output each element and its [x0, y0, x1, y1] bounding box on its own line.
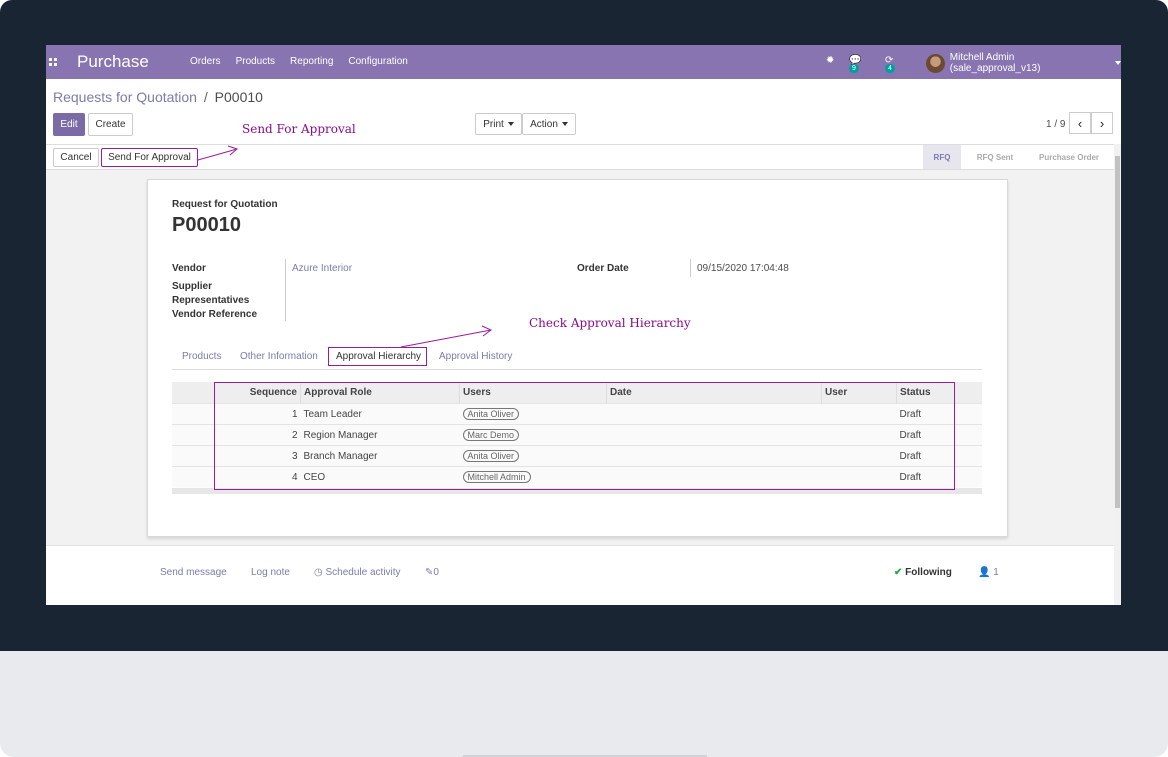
followers-button[interactable]: 👤 1 [978, 567, 999, 578]
send-message-button[interactable]: Send message [160, 567, 227, 578]
log-note-button[interactable]: Log note [251, 567, 290, 578]
attachments-count: 0 [433, 567, 439, 578]
monitor-stand [0, 651, 1168, 757]
scrollbar[interactable] [1114, 144, 1121, 605]
user-icon: 👤 [978, 567, 991, 578]
clock-icon: ◷ [314, 567, 323, 578]
following-button[interactable]: ✔ Following [894, 567, 952, 578]
chatter: Send message Log note ◷ Schedule activit… [46, 545, 1114, 605]
following-label: Following [905, 567, 952, 578]
schedule-activity-button[interactable]: ◷ Schedule activity [314, 567, 401, 578]
followers-count: 1 [993, 567, 999, 578]
screen: Purchase Orders Products Reporting Confi… [46, 45, 1121, 605]
annotation-arrows [197, 145, 492, 348]
schedule-activity-label: Schedule activity [325, 567, 401, 578]
scrollbar-thumb[interactable] [1115, 156, 1120, 508]
arrow-check-line [400, 329, 492, 348]
attachments-button[interactable]: ✎0 [425, 567, 439, 578]
check-icon: ✔ [894, 567, 903, 578]
